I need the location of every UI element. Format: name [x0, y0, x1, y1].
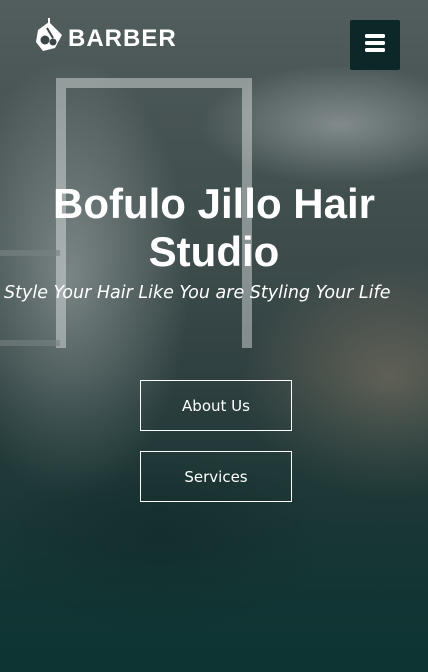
hero-background-image [0, 0, 428, 672]
hamburger-icon [365, 34, 385, 56]
menu-button[interactable] [350, 20, 400, 70]
page-title: Bofulo Jillo Hair Studio [0, 180, 428, 276]
title-line-2: Studio [148, 228, 280, 275]
hero-tagline: Style Your Hair Like You are Styling You… [4, 283, 391, 303]
services-button[interactable]: Services [140, 451, 292, 502]
title-line-1: Bofulo Jillo Hair [52, 180, 375, 227]
brand-logo[interactable]: BARBER [33, 18, 177, 60]
shelf [0, 340, 60, 346]
brand-name: BARBER [68, 25, 177, 52]
scissors-comb-icon [33, 18, 65, 60]
about-us-button[interactable]: About Us [140, 380, 292, 431]
